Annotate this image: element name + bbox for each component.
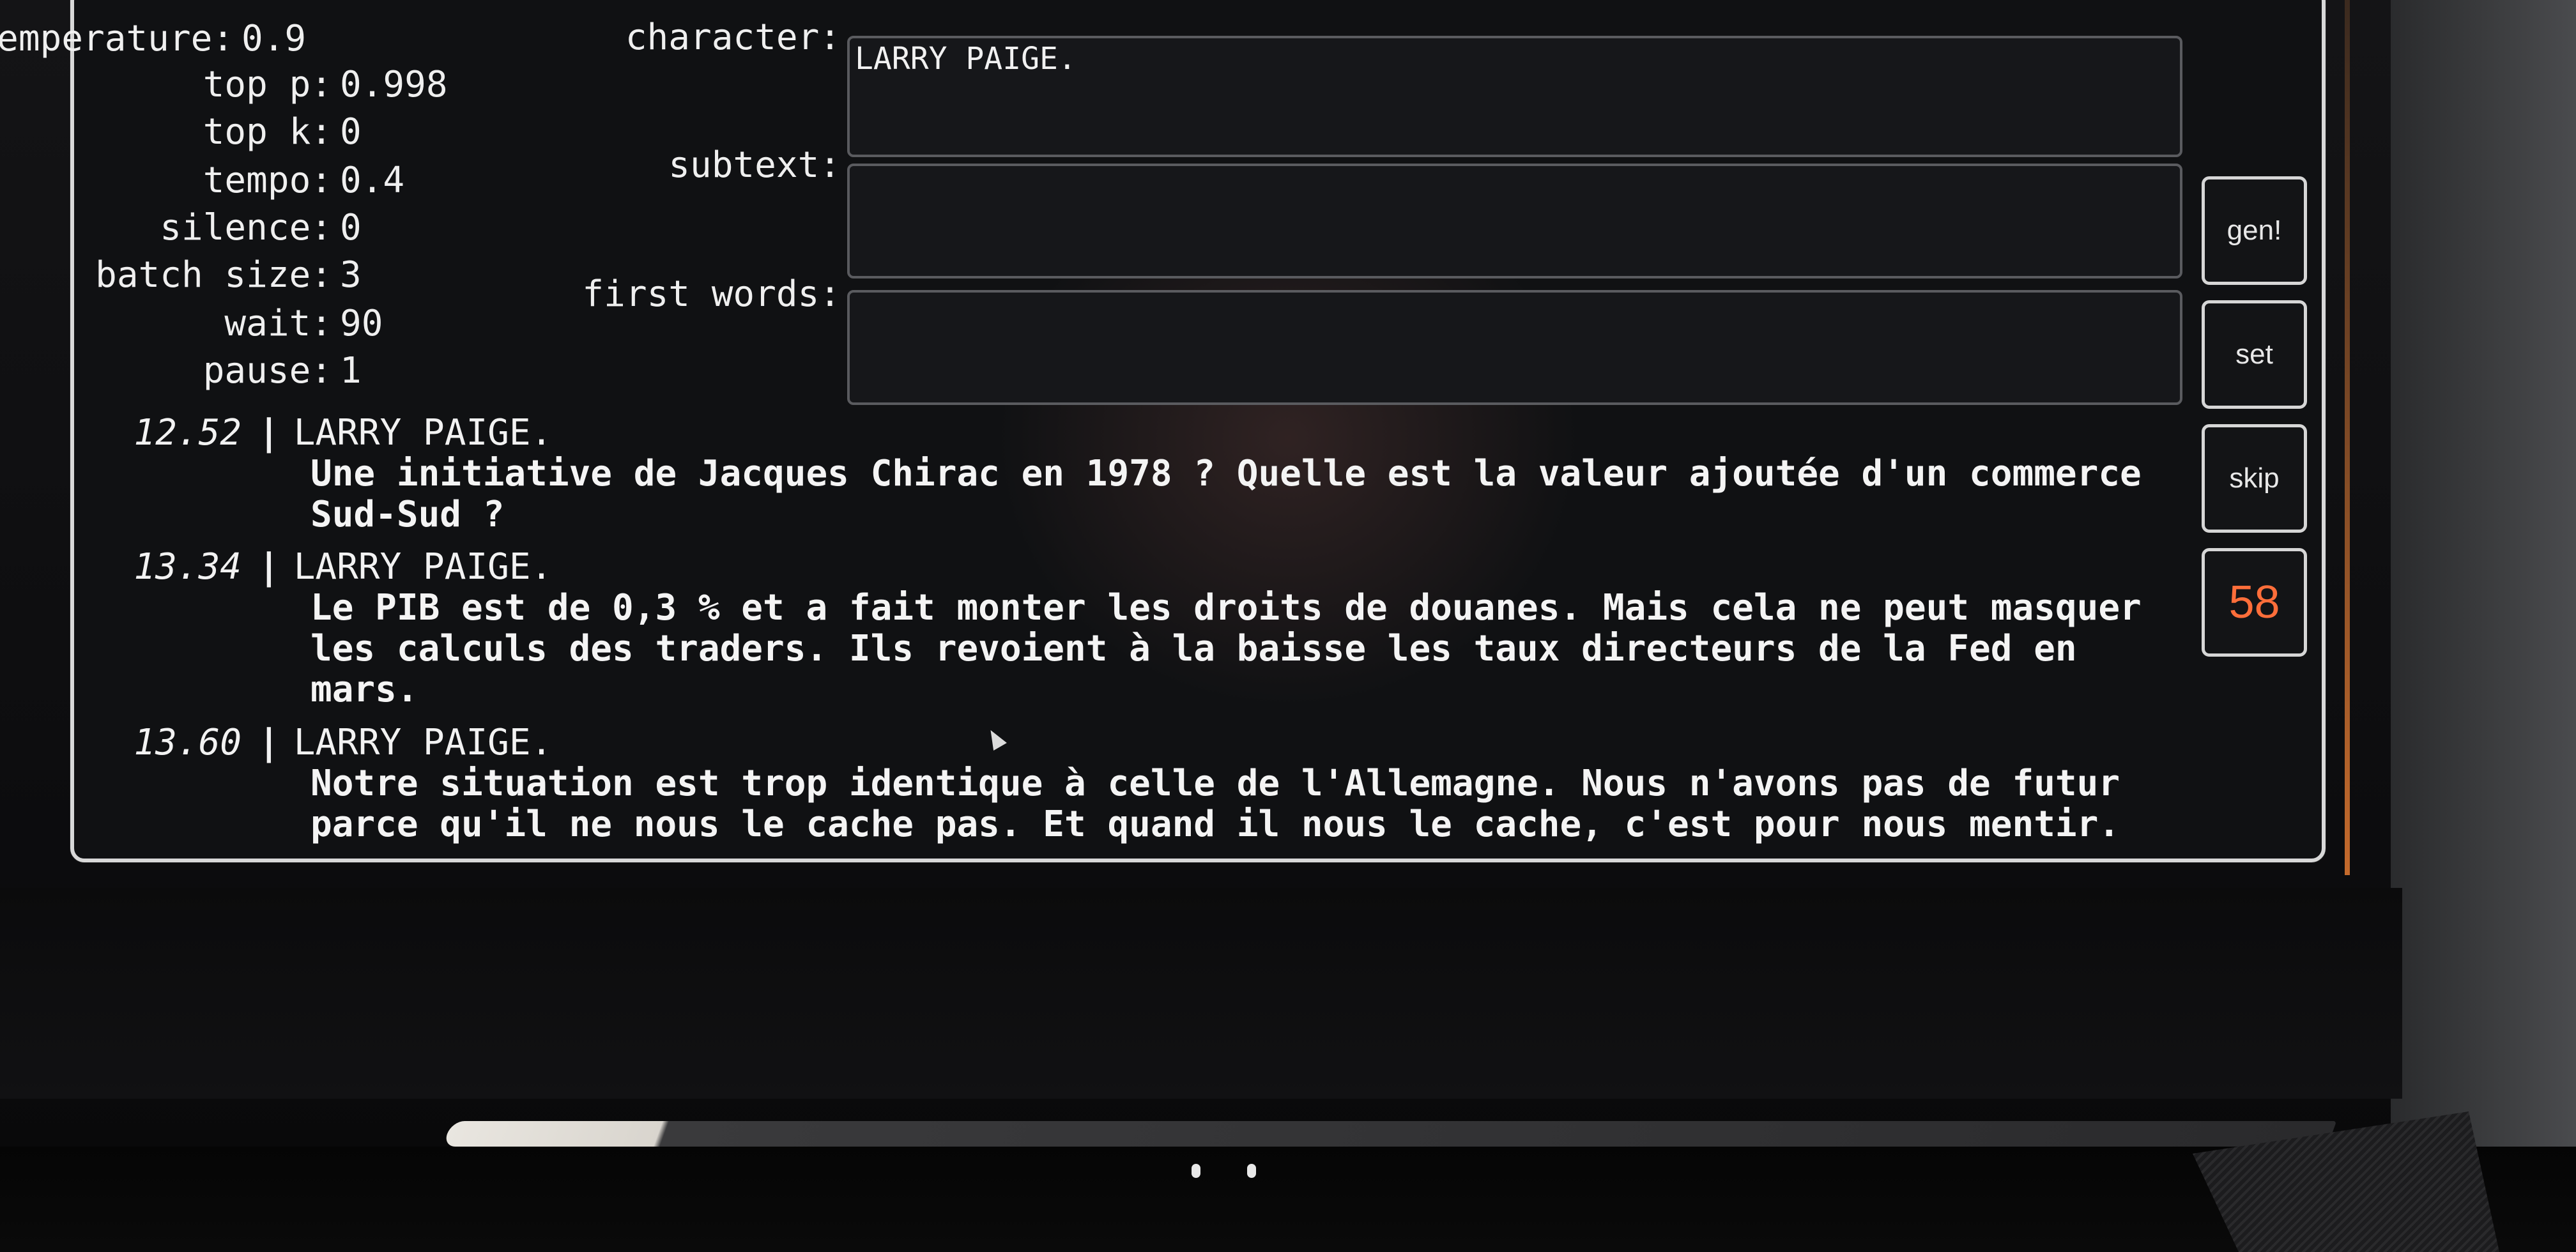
- generator-panel: temperature: 0.9 top p: 0.998 top k: 0 temp…: [0, 0, 2326, 862]
- param-value[interactable]: 90: [332, 303, 383, 344]
- log-timestamp: 13.60: [134, 722, 241, 763]
- param-value[interactable]: 0.998: [332, 64, 448, 105]
- param-batch-size[interactable]: batch size: 3: [26, 253, 362, 298]
- subtext-input[interactable]: [847, 164, 2182, 279]
- param-value[interactable]: 0.9: [234, 18, 306, 59]
- log-text: Le PIB est de 0,3 % et a fait monter les…: [310, 587, 2142, 710]
- param-label: wait:: [224, 303, 332, 344]
- param-label: silence:: [160, 207, 332, 248]
- room-right-side: [2391, 0, 2576, 1252]
- log-header: 12.52 | LARRY PAIGE.: [74, 413, 2182, 454]
- param-top-p[interactable]: top p: 0.998: [26, 63, 448, 107]
- laptop-hinge: [442, 1121, 2337, 1147]
- set-button[interactable]: set: [2202, 300, 2307, 409]
- log-character: LARRY PAIGE.: [293, 412, 553, 454]
- log-character: LARRY PAIGE.: [293, 546, 553, 588]
- laptop-accent-strip: [2345, 0, 2350, 875]
- param-pause[interactable]: pause: 1: [26, 349, 362, 393]
- log-header: 13.60 | LARRY PAIGE.: [74, 722, 2182, 763]
- laptop-keyboard: [0, 1147, 2576, 1252]
- log-entry: 13.34 | LARRY PAIGE. Le PIB est de 0,3 % e…: [74, 547, 2182, 710]
- param-temperature[interactable]: temperature: 0.9: [0, 17, 306, 61]
- log-timestamp: 13.34: [134, 546, 241, 588]
- log-timestamp: 12.52: [134, 412, 241, 454]
- gen-button[interactable]: gen!: [2202, 176, 2307, 285]
- character-input[interactable]: LARRY PAIGE.: [847, 36, 2182, 157]
- log-separator: |: [258, 546, 280, 588]
- count-display: 58: [2202, 548, 2307, 657]
- log-entry: 12.52 | LARRY PAIGE. Une initiative de Jac…: [74, 413, 2182, 535]
- log-text: Une initiative de Jacques Chirac en 1978…: [310, 453, 2142, 535]
- param-value[interactable]: 0.4: [332, 160, 404, 201]
- param-wait[interactable]: wait: 90: [26, 302, 383, 346]
- log-header: 13.34 | LARRY PAIGE.: [74, 547, 2182, 588]
- param-value[interactable]: 0: [332, 111, 362, 153]
- param-tempo[interactable]: tempo: 0.4: [26, 158, 404, 203]
- skip-button[interactable]: skip: [2202, 424, 2307, 533]
- laptop-bottom-bezel: [0, 888, 2402, 1099]
- param-value[interactable]: 0: [332, 207, 362, 248]
- param-label: batch size:: [95, 254, 332, 296]
- param-label: tempo:: [203, 160, 332, 201]
- first-words-input[interactable]: [847, 290, 2182, 405]
- param-value[interactable]: 3: [332, 254, 362, 296]
- param-label: temperature:: [0, 18, 234, 59]
- param-silence[interactable]: silence: 0: [26, 206, 362, 250]
- log-text: Notre situation est trop identique à cel…: [310, 763, 2120, 845]
- log-entry: 13.60 | LARRY PAIGE. Notre situation est t…: [74, 722, 2182, 845]
- character-label: character:: [625, 17, 841, 58]
- param-value[interactable]: 1: [332, 350, 362, 392]
- log-character: LARRY PAIGE.: [293, 722, 553, 763]
- first-words-label: first words:: [582, 273, 841, 315]
- param-label: top p:: [203, 64, 332, 105]
- param-label: top k:: [203, 111, 332, 153]
- param-top-k[interactable]: top k: 0: [26, 110, 362, 155]
- log-separator: |: [258, 722, 280, 763]
- keyboard-indicator-light: [1247, 1164, 1256, 1178]
- log-separator: |: [258, 412, 280, 454]
- param-label: pause:: [203, 350, 332, 392]
- subtext-label: subtext:: [668, 144, 841, 186]
- keyboard-indicator-light: [1192, 1164, 1200, 1178]
